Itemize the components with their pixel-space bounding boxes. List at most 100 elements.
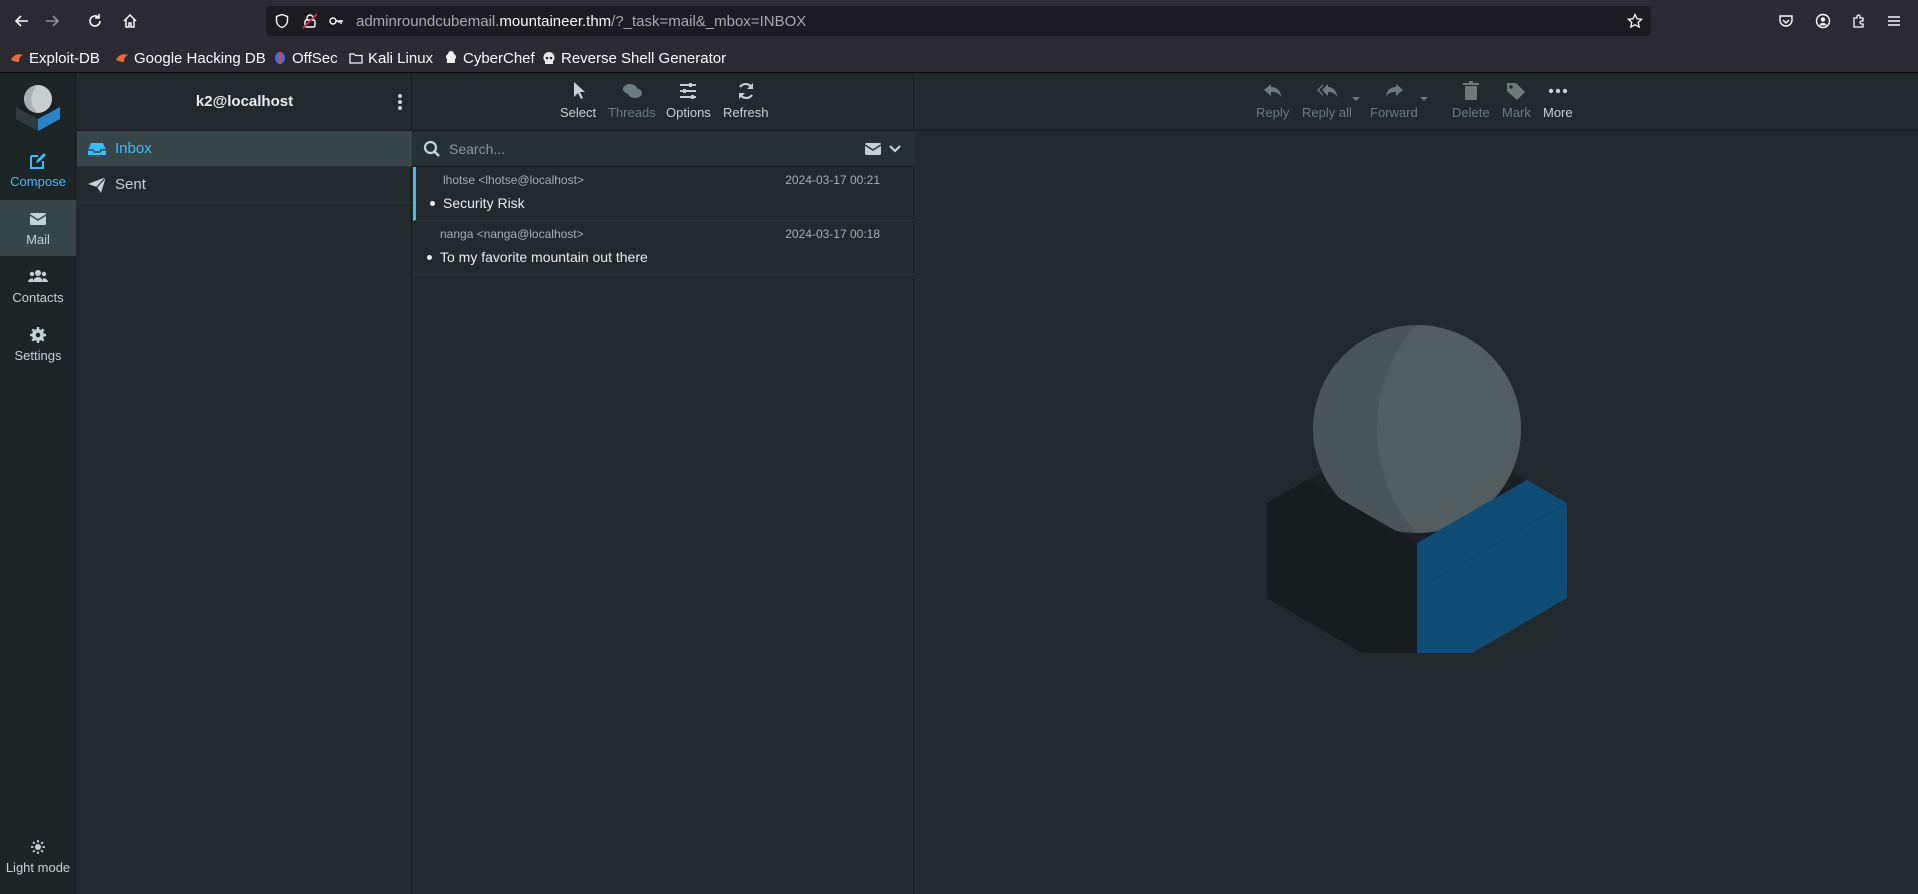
key-icon[interactable] <box>328 13 344 29</box>
roundcube-logo[interactable] <box>10 77 66 133</box>
trash-icon <box>1462 81 1479 100</box>
message-date: 2024-03-17 00:21 <box>785 173 880 187</box>
skull-icon <box>542 51 556 65</box>
light-mode-label: Light mode <box>5 859 71 875</box>
folder-label: Sent <box>115 176 146 193</box>
message-content-panel: Reply Reply all Forward Delete Mark More <box>915 73 1918 894</box>
bookmark-kali-linux[interactable]: Kali Linux <box>349 48 433 68</box>
folder-sent[interactable]: Sent <box>77 167 412 203</box>
search-bar <box>413 131 914 167</box>
url-bar[interactable]: adminroundcubemail.mountaineer.thm/?_tas… <box>266 6 1651 36</box>
folder-inbox[interactable]: Inbox <box>77 131 412 167</box>
bookmark-star-icon[interactable] <box>1627 13 1643 29</box>
offsec-icon <box>273 51 287 65</box>
folder-icon <box>349 51 363 65</box>
reload-icon[interactable] <box>81 7 109 35</box>
menu-icon[interactable] <box>1883 10 1905 32</box>
bookmark-offsec[interactable]: OffSec <box>273 48 338 68</box>
gear-icon <box>30 326 46 343</box>
compose-button[interactable]: Compose <box>0 142 76 198</box>
reply-all-label: Reply all <box>1302 105 1352 120</box>
select-button[interactable]: Select <box>560 81 596 120</box>
message-row[interactable]: lhotse <lhotse@localhost> 2024-03-17 00:… <box>413 167 914 221</box>
select-label: Select <box>560 105 597 120</box>
bookmark-label: Exploit-DB <box>29 49 100 67</box>
settings-button[interactable]: Settings <box>0 316 76 372</box>
more-button[interactable]: More <box>1543 81 1573 120</box>
bookmark-reverse-shell-generator[interactable]: Reverse Shell Generator <box>542 48 726 68</box>
sliders-icon <box>680 83 697 99</box>
mark-button[interactable]: Mark <box>1502 81 1531 120</box>
message-from: lhotse <lhotse@localhost> <box>443 173 584 187</box>
light-mode-button[interactable]: Light mode <box>0 828 76 884</box>
refresh-button[interactable]: Refresh <box>723 81 769 120</box>
list-toolbar: Select Threads Options Refresh <box>413 73 914 131</box>
threads-label: Threads <box>608 105 656 120</box>
message-row[interactable]: nanga <nanga@localhost> 2024-03-17 00:18… <box>413 221 914 275</box>
unread-dot-icon <box>430 201 435 206</box>
delete-button[interactable]: Delete <box>1452 81 1490 120</box>
message-from: nanga <nanga@localhost> <box>440 227 584 241</box>
forward-icon <box>1385 84 1403 97</box>
bookmark-cyberchef[interactable]: CyberChef <box>444 48 535 68</box>
reply-button[interactable]: Reply <box>1256 81 1289 120</box>
chevron-down-icon[interactable] <box>888 142 902 156</box>
reply-all-icon <box>1316 84 1337 97</box>
search-input[interactable] <box>449 137 849 161</box>
url-path: /?_task=mail&_mbox=INBOX <box>611 13 807 30</box>
message-date: 2024-03-17 00:18 <box>785 227 880 241</box>
search-scope-envelope-icon[interactable] <box>864 141 882 157</box>
ellipsis-icon <box>1548 88 1568 94</box>
shield-icon[interactable] <box>274 13 290 29</box>
url-prefix: adminroundcubemail. <box>356 13 500 30</box>
kebab-menu-icon[interactable] <box>394 92 406 112</box>
unread-dot-icon <box>427 255 432 260</box>
refresh-icon <box>738 82 753 100</box>
forward-caret-icon[interactable] <box>1419 96 1429 102</box>
users-icon <box>28 269 48 282</box>
reply-icon <box>1263 84 1281 97</box>
compose-label: Compose <box>10 173 66 189</box>
comments-icon <box>622 84 642 98</box>
pocket-icon[interactable] <box>1775 10 1797 32</box>
task-menu: Compose Mail Contacts Settings Light mod… <box>0 73 76 894</box>
insecure-lock-icon[interactable] <box>302 13 318 29</box>
chef-icon <box>444 51 458 65</box>
bookmark-google-hacking-db[interactable]: Google Hacking DB <box>115 48 266 68</box>
search-icon[interactable] <box>423 140 441 158</box>
message-toolbar: Reply Reply all Forward Delete Mark More <box>915 73 1918 131</box>
tag-icon <box>1507 83 1526 100</box>
message-subject: To my favorite mountain out there <box>440 249 648 265</box>
mark-label: Mark <box>1502 105 1531 120</box>
home-icon[interactable] <box>116 7 144 35</box>
browser-toolbar: adminroundcubemail.mountaineer.thm/?_tas… <box>0 0 1918 42</box>
contacts-button[interactable]: Contacts <box>0 258 76 314</box>
roundcube-watermark-logo <box>1265 323 1575 653</box>
forward-button[interactable]: Forward <box>1370 81 1418 120</box>
options-button[interactable]: Options <box>666 81 711 120</box>
url-text[interactable]: adminroundcubemail.mountaineer.thm/?_tas… <box>356 13 806 30</box>
more-label: More <box>1543 105 1573 120</box>
folder-list-panel: k2@localhost Inbox Sent <box>77 73 412 894</box>
reply-all-caret-icon[interactable] <box>1351 96 1361 102</box>
back-icon[interactable] <box>8 7 36 35</box>
cursor-icon <box>574 82 586 99</box>
folder-label: Inbox <box>115 140 152 157</box>
options-label: Options <box>666 105 711 120</box>
roundcube-app: Compose Mail Contacts Settings Light mod… <box>0 73 1918 894</box>
mail-button[interactable]: Mail <box>0 200 76 256</box>
bookmarks-bar: Exploit-DB Google Hacking DB OffSec Kali… <box>0 42 1918 73</box>
reply-all-button[interactable]: Reply all <box>1302 81 1352 120</box>
bookmark-exploit-db[interactable]: Exploit-DB <box>10 48 100 68</box>
account-name: k2@localhost <box>195 93 294 110</box>
paper-plane-icon <box>88 176 107 193</box>
account-icon[interactable] <box>1812 10 1834 32</box>
extensions-icon[interactable] <box>1848 10 1870 32</box>
envelope-icon <box>29 212 47 225</box>
contacts-label: Contacts <box>12 289 64 305</box>
url-host: mountaineer.thm <box>499 13 612 30</box>
exploit-db-icon <box>10 51 24 65</box>
threads-button[interactable]: Threads <box>608 81 656 120</box>
bookmark-label: Reverse Shell Generator <box>561 49 727 67</box>
forward-icon[interactable] <box>38 7 66 35</box>
